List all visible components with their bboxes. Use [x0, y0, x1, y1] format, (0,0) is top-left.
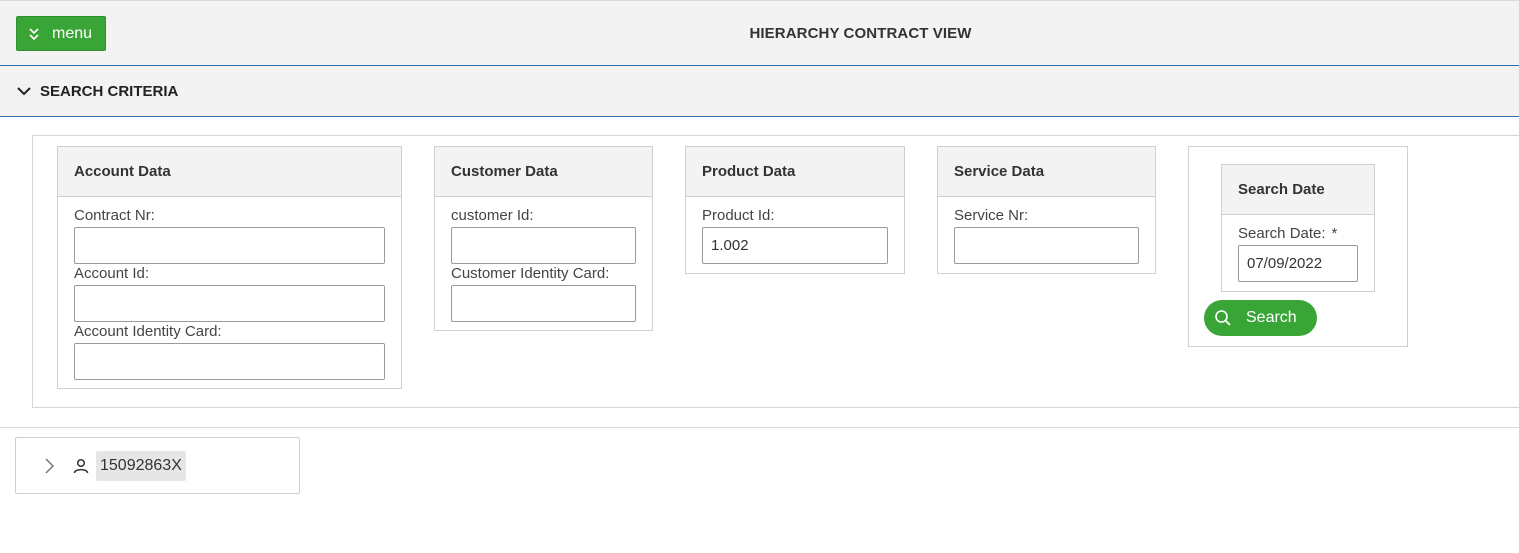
search-date-input[interactable] [1238, 245, 1358, 282]
search-date-label-wrap: Search Date: * [1238, 225, 1358, 243]
account-data-title: Account Data [58, 147, 401, 197]
account-identity-card-label: Account Identity Card: [74, 323, 222, 340]
hierarchy-tree: 15092863X [15, 437, 300, 494]
required-mark: * [1331, 225, 1338, 242]
search-button-label: Search [1246, 309, 1297, 326]
service-data-fieldset: Service Data Service Nr: [937, 146, 1156, 274]
customer-id-input[interactable] [451, 227, 636, 264]
customer-data-title: Customer Data [435, 147, 652, 197]
account-id-label: Account Id: [74, 265, 150, 282]
divider [0, 427, 1519, 428]
chevron-down-icon [16, 83, 32, 99]
product-id-input[interactable] [702, 227, 888, 264]
tree-node-label[interactable]: 15092863X [96, 451, 186, 481]
service-nr-input[interactable] [954, 227, 1139, 264]
search-date-title: Search Date [1222, 165, 1374, 215]
customer-data-fieldset: Customer Data customer Id: Customer Iden… [434, 146, 653, 331]
search-date-fieldset: Search Date Search Date: * [1221, 164, 1375, 292]
contract-nr-label: Contract Nr: [74, 207, 155, 224]
customer-identity-card-label: Customer Identity Card: [451, 265, 610, 282]
customer-identity-card-input[interactable] [451, 285, 636, 322]
customer-id-label: customer Id: [451, 207, 534, 224]
person-icon [72, 457, 90, 475]
contract-nr-input[interactable] [74, 227, 385, 264]
search-button[interactable]: Search [1204, 300, 1317, 336]
search-criteria-title: SEARCH CRITERIA [40, 82, 179, 100]
product-data-title: Product Data [686, 147, 904, 197]
product-data-fieldset: Product Data Product Id: [685, 146, 905, 274]
chevron-right-icon[interactable] [42, 457, 56, 475]
search-date-label: Search Date: [1238, 225, 1326, 242]
service-nr-label: Service Nr: [954, 207, 1029, 224]
product-id-label: Product Id: [702, 207, 775, 224]
account-id-input[interactable] [74, 285, 385, 322]
search-criteria-toggle[interactable]: SEARCH CRITERIA [0, 66, 1519, 117]
search-icon [1214, 309, 1232, 327]
page-title: HIERARCHY CONTRACT VIEW [749, 25, 972, 42]
account-identity-card-input[interactable] [74, 343, 385, 380]
service-data-title: Service Data [938, 147, 1155, 197]
top-bar: menu HIERARCHY CONTRACT VIEW [0, 0, 1519, 66]
account-data-fieldset: Account Data Contract Nr: Account Id: Ac… [57, 146, 402, 389]
